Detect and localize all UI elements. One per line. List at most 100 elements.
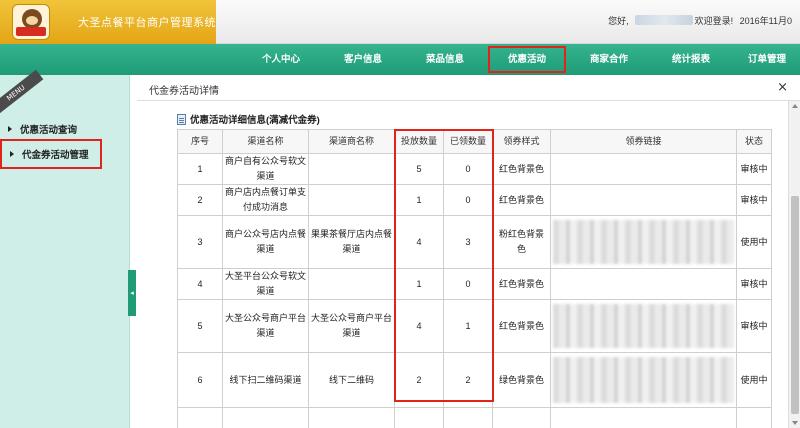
cell-status: 审核中 — [736, 268, 772, 300]
cell-channel: 商户自有公众号软文渠道 — [222, 153, 309, 185]
cell-link[interactable] — [550, 184, 737, 216]
cell-no: 3 — [177, 215, 223, 269]
cell-issued: 4 — [394, 215, 444, 269]
col-header-no: 序号 — [177, 129, 223, 154]
cell-vendor — [308, 184, 395, 216]
app-header: 大圣点餐平台商户管理系统 您好, 欢迎登录! 2016年11月0 — [0, 0, 800, 44]
cell-link[interactable] — [550, 215, 737, 269]
document-icon — [177, 114, 186, 125]
brand-logo — [12, 4, 50, 40]
voucher-channel-table: 序号 渠道名称 渠道商名称 投放数量 已领数量 领券样式 领券链接 状态 1 商… — [177, 129, 772, 428]
cell-status: 审核中 — [736, 184, 772, 216]
user-greeting: 您好, 欢迎登录! 2016年11月0 — [608, 14, 796, 27]
cell-no: 2 — [177, 184, 223, 216]
cell-claimed: 0 — [443, 268, 493, 300]
nav-promotions[interactable]: 优惠活动 — [486, 44, 568, 75]
cell-channel: 商户店内点餐订单支付成功消息 — [222, 184, 309, 216]
cell-vendor: 果果茶餐厅店内点餐渠道 — [308, 215, 395, 269]
vertical-scrollbar[interactable] — [788, 101, 800, 428]
cell-claimed: 1 — [443, 299, 493, 353]
sidebar-item-label: 代金券活动管理 — [22, 150, 89, 161]
sidebar: MENU 优惠活动查询 代金券活动管理 — [0, 69, 130, 428]
dialog-title-bar: 代金券活动详情 × — [137, 75, 800, 101]
col-header-status: 状态 — [736, 129, 772, 154]
col-header-claimed: 已领数量 — [443, 129, 493, 154]
greeting-suffix: 欢迎登录! — [694, 16, 734, 26]
system-title: 大圣点餐平台商户管理系统 — [78, 17, 216, 29]
cell-channel: 大圣公众号商户平台渠道 — [222, 299, 309, 353]
col-header-vendor: 渠道商名称 — [308, 129, 395, 154]
close-icon[interactable]: × — [777, 80, 788, 95]
cell-status: 审核中 — [736, 299, 772, 353]
cell-issued: 4 — [394, 299, 444, 353]
table-row-empty — [177, 407, 772, 428]
table-row: 5 大圣公众号商户平台渠道 大圣公众号商户平台渠道 4 1 红色背景色 审核中 — [177, 299, 772, 353]
nav-dish-info[interactable]: 菜品信息 — [404, 44, 486, 75]
cell-issued: 1 — [394, 184, 444, 216]
cell-link[interactable] — [550, 268, 737, 300]
section-title: 优惠活动详细信息(满减代金券) — [177, 112, 320, 126]
table-header-row: 序号 渠道名称 渠道商名称 投放数量 已领数量 领券样式 领券链接 状态 — [177, 129, 772, 154]
triangle-right-icon — [10, 151, 14, 157]
col-header-channel: 渠道名称 — [222, 129, 309, 154]
cell-style: 绿色背景色 — [492, 352, 551, 408]
link-redacted — [553, 220, 734, 264]
link-redacted — [553, 304, 734, 348]
cell-style: 红色背景色 — [492, 299, 551, 353]
section-title-text: 优惠活动详细信息(满减代金券) — [190, 115, 320, 126]
cell-issued: 5 — [394, 153, 444, 185]
voucher-detail-dialog: 代金券活动详情 × 优惠活动详细信息(满减代金券) 序号 渠道名称 渠道商名称 … — [137, 75, 800, 428]
cell-style: 粉红色背景色 — [492, 215, 551, 269]
sidebar-item-label: 优惠活动查询 — [20, 125, 78, 136]
cell-claimed: 0 — [443, 153, 493, 185]
cell-channel: 商户公众号店内点餐渠道 — [222, 215, 309, 269]
cell-issued: 1 — [394, 268, 444, 300]
nav-order-management[interactable]: 订单管理 — [732, 44, 800, 75]
cell-link[interactable] — [550, 352, 737, 408]
col-header-link: 领券链接 — [550, 129, 737, 154]
cell-style: 红色背景色 — [492, 184, 551, 216]
cell-status: 审核中 — [736, 153, 772, 185]
table-row: 1 商户自有公众号软文渠道 5 0 红色背景色 审核中 — [177, 153, 772, 185]
table-row: 4 大圣平台公众号软文渠道 1 0 红色背景色 审核中 — [177, 268, 772, 300]
cell-no: 5 — [177, 299, 223, 353]
scroll-thumb[interactable] — [791, 196, 799, 414]
dialog-title: 代金券活动详情 — [149, 86, 219, 97]
cell-style: 红色背景色 — [492, 153, 551, 185]
username-redacted — [634, 15, 693, 25]
sidebar-item-voucher-management[interactable]: 代金券活动管理 — [0, 139, 102, 169]
cell-no: 1 — [177, 153, 223, 185]
table-row: 2 商户店内点餐订单支付成功消息 1 0 红色背景色 审核中 — [177, 184, 772, 216]
main-nav: 个人中心 客户信息 菜品信息 优惠活动 商家合作 统计报表 订单管理 — [0, 44, 800, 75]
cell-link[interactable] — [550, 153, 737, 185]
col-header-issued: 投放数量 — [394, 129, 444, 154]
cell-no: 4 — [177, 268, 223, 300]
brand-area: 大圣点餐平台商户管理系统 — [0, 0, 216, 44]
scroll-up-arrow-icon[interactable] — [792, 104, 798, 108]
cell-vendor — [308, 153, 395, 185]
cell-claimed: 2 — [443, 352, 493, 408]
cell-claimed: 0 — [443, 184, 493, 216]
scroll-down-arrow-icon[interactable] — [792, 421, 798, 425]
current-date: 2016年11月0 — [739, 16, 792, 26]
cell-no: 6 — [177, 352, 223, 408]
nav-statistics[interactable]: 统计报表 — [650, 44, 732, 75]
nav-customer-info[interactable]: 客户信息 — [322, 44, 404, 75]
sidebar-item-promo-query[interactable]: 优惠活动查询 — [8, 122, 77, 136]
menu-ribbon: MENU — [0, 69, 44, 117]
table-row: 6 线下扫二维码渠道 线下二维码 2 2 绿色背景色 使用中 — [177, 352, 772, 408]
nav-merchant-cooperation[interactable]: 商家合作 — [568, 44, 650, 75]
link-redacted — [553, 357, 734, 403]
cell-vendor: 线下二维码 — [308, 352, 395, 408]
cell-issued: 2 — [394, 352, 444, 408]
greeting-prefix: 您好, — [608, 16, 629, 26]
cell-vendor: 大圣公众号商户平台渠道 — [308, 299, 395, 353]
nav-personal-center[interactable]: 个人中心 — [240, 44, 322, 75]
cell-link[interactable] — [550, 299, 737, 353]
cell-status: 使用中 — [736, 352, 772, 408]
sidebar-collapse-handle[interactable]: ◂ — [128, 270, 136, 316]
triangle-right-icon — [8, 126, 12, 132]
cell-vendor — [308, 268, 395, 300]
cell-channel: 大圣平台公众号软文渠道 — [222, 268, 309, 300]
cell-status: 使用中 — [736, 215, 772, 269]
